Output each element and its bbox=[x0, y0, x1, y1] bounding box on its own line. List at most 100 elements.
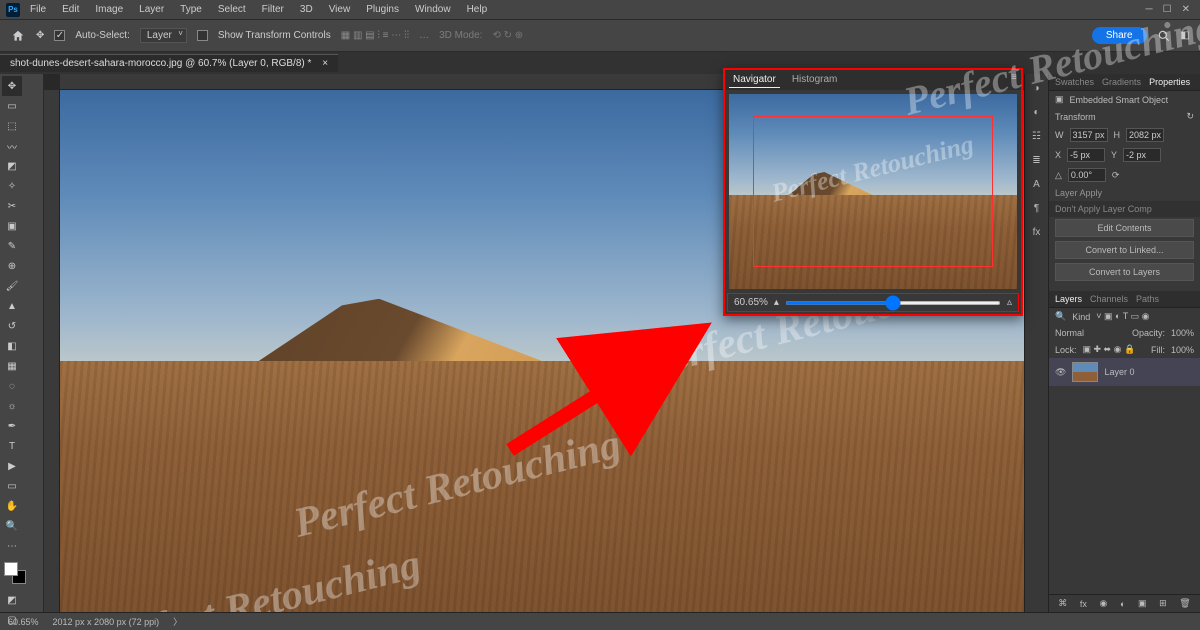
gradient-tool[interactable]: ▦ bbox=[2, 356, 22, 376]
fx-icon[interactable]: fx bbox=[1080, 599, 1087, 609]
blend-mode-dropdown[interactable]: Normal bbox=[1055, 328, 1126, 338]
navigator-panel[interactable]: Navigator Histogram ≡ Perfect Retouching… bbox=[723, 68, 1023, 316]
tab-histogram[interactable]: Histogram bbox=[788, 72, 842, 88]
panel-menu-icon[interactable]: ≡ bbox=[1011, 72, 1017, 88]
paragraph-panel-icon[interactable]: ¶ bbox=[1029, 200, 1045, 216]
artboard-tool[interactable]: ▭ bbox=[2, 96, 22, 116]
y-field[interactable] bbox=[1123, 148, 1161, 162]
tab-gradients[interactable]: Gradients bbox=[1102, 77, 1141, 87]
tab-channels[interactable]: Channels bbox=[1090, 294, 1128, 304]
navigator-thumbnail[interactable]: Perfect Retouching bbox=[729, 94, 1017, 289]
auto-select-target-dropdown[interactable]: Layer bbox=[140, 28, 187, 43]
layer-thumbnail[interactable] bbox=[1072, 362, 1098, 382]
tab-paths[interactable]: Paths bbox=[1136, 294, 1159, 304]
stamp-tool[interactable]: ▲ bbox=[2, 296, 22, 316]
menu-type[interactable]: Type bbox=[174, 2, 208, 17]
menu-window[interactable]: Window bbox=[409, 2, 457, 17]
trash-icon[interactable]: 🗑 bbox=[1179, 598, 1190, 609]
navigator-zoom-value[interactable]: 60.65% bbox=[734, 297, 768, 308]
group-icon[interactable]: ▣ bbox=[1138, 598, 1147, 609]
type-tool[interactable]: T bbox=[2, 436, 22, 456]
hand-tool[interactable]: ✋ bbox=[2, 496, 22, 516]
quick-mask-tool[interactable]: ◩ bbox=[2, 590, 22, 610]
pen-tool[interactable]: ✒ bbox=[2, 416, 22, 436]
eraser-tool[interactable]: ◧ bbox=[2, 336, 22, 356]
menu-3d[interactable]: 3D bbox=[294, 2, 319, 17]
history-brush-tool[interactable]: ↺ bbox=[2, 316, 22, 336]
libraries-panel-icon[interactable]: ☷ bbox=[1029, 128, 1045, 144]
home-icon[interactable] bbox=[10, 28, 26, 44]
navigator-view-box[interactable] bbox=[753, 116, 993, 267]
menu-image[interactable]: Image bbox=[89, 2, 129, 17]
document-tab[interactable]: shot-dunes-desert-sahara-morocco.jpg @ 6… bbox=[0, 54, 338, 72]
path-select-tool[interactable]: ▶ bbox=[2, 456, 22, 476]
edit-contents-button[interactable]: Edit Contents bbox=[1055, 219, 1194, 237]
history-panel-icon[interactable]: ≣ bbox=[1029, 152, 1045, 168]
status-dimensions[interactable]: 2012 px x 2080 px (72 ppi) bbox=[53, 617, 160, 627]
minimize-icon[interactable]: ─ bbox=[1146, 4, 1153, 15]
show-transform-checkbox[interactable] bbox=[197, 30, 208, 41]
tab-navigator[interactable]: Navigator bbox=[729, 72, 780, 88]
eyedropper-tool[interactable]: ✎ bbox=[2, 236, 22, 256]
lasso-tool[interactable]: 〰 bbox=[2, 136, 22, 156]
layer-name[interactable]: Layer 0 bbox=[1104, 367, 1134, 377]
layer-row[interactable]: 👁 Layer 0 bbox=[1049, 358, 1200, 386]
convert-layers-button[interactable]: Convert to Layers bbox=[1055, 263, 1194, 281]
mask-icon[interactable]: ◉ bbox=[1100, 598, 1108, 609]
tab-layers[interactable]: Layers bbox=[1055, 294, 1082, 304]
convert-linked-button[interactable]: Convert to Linked... bbox=[1055, 241, 1194, 259]
blur-tool[interactable]: ◌ bbox=[2, 376, 22, 396]
zoom-in-icon[interactable]: ▵ bbox=[1007, 297, 1012, 308]
filter-kind-dropdown[interactable]: Kind bbox=[1072, 312, 1090, 322]
zoom-tool[interactable]: 🔍 bbox=[2, 516, 22, 536]
menu-select[interactable]: Select bbox=[212, 2, 252, 17]
shape-tool[interactable]: ▭ bbox=[2, 476, 22, 496]
reset-icon[interactable]: ↻ bbox=[1186, 111, 1194, 122]
menu-plugins[interactable]: Plugins bbox=[360, 2, 405, 17]
tab-properties[interactable]: Properties bbox=[1149, 77, 1190, 87]
menu-layer[interactable]: Layer bbox=[133, 2, 170, 17]
navigator-zoom-slider[interactable] bbox=[785, 301, 1001, 305]
menu-edit[interactable]: Edit bbox=[56, 2, 85, 17]
height-field[interactable] bbox=[1126, 128, 1164, 142]
move-tool[interactable]: ✥ bbox=[2, 76, 22, 96]
dodge-tool[interactable]: ☼ bbox=[2, 396, 22, 416]
adjustments-panel-icon[interactable]: ◐ bbox=[1029, 104, 1045, 120]
menu-view[interactable]: View bbox=[323, 2, 357, 17]
opacity-value[interactable]: 100% bbox=[1171, 328, 1194, 338]
x-field[interactable] bbox=[1067, 148, 1105, 162]
layer-comp-dropdown[interactable]: Don't Apply Layer Comp bbox=[1049, 201, 1200, 217]
ruler-vertical[interactable] bbox=[44, 90, 60, 612]
workspace-icon[interactable]: ◧ bbox=[1181, 30, 1190, 41]
glyphs-panel-icon[interactable]: fx bbox=[1029, 224, 1045, 240]
zoom-out-icon[interactable]: ▴ bbox=[774, 297, 779, 308]
edit-toolbar[interactable]: ⋯ bbox=[2, 536, 22, 556]
menu-filter[interactable]: Filter bbox=[256, 2, 290, 17]
adjustment-layer-icon[interactable]: ◐ bbox=[1120, 599, 1125, 609]
fill-value[interactable]: 100% bbox=[1171, 345, 1194, 355]
menu-file[interactable]: File bbox=[24, 2, 52, 17]
width-field[interactable] bbox=[1070, 128, 1108, 142]
status-zoom[interactable]: 60.65% bbox=[8, 617, 39, 627]
visibility-icon[interactable]: 👁 bbox=[1055, 367, 1066, 378]
brush-tool[interactable]: 🖌 bbox=[2, 276, 22, 296]
crop-tool[interactable]: ✂ bbox=[2, 196, 22, 216]
maximize-icon[interactable]: ☐ bbox=[1163, 4, 1172, 15]
share-button[interactable]: Share bbox=[1092, 27, 1147, 44]
auto-select-checkbox[interactable]: ✓ bbox=[54, 30, 65, 41]
menu-help[interactable]: Help bbox=[461, 2, 494, 17]
close-tab-icon[interactable]: × bbox=[322, 58, 328, 69]
tab-swatches[interactable]: Swatches bbox=[1055, 77, 1094, 87]
healing-tool[interactable]: ⊕ bbox=[2, 256, 22, 276]
color-swatch[interactable] bbox=[4, 562, 26, 584]
magic-wand-tool[interactable]: ✧ bbox=[2, 176, 22, 196]
close-icon[interactable]: ✕ bbox=[1182, 4, 1190, 15]
marquee-tool[interactable]: ⬚ bbox=[2, 116, 22, 136]
link-layers-icon[interactable]: ⌘ bbox=[1058, 598, 1067, 609]
new-layer-icon[interactable]: ⊞ bbox=[1159, 598, 1167, 609]
object-select-tool[interactable]: ◩ bbox=[2, 156, 22, 176]
search-icon[interactable] bbox=[1157, 29, 1171, 43]
character-panel-icon[interactable]: A bbox=[1029, 176, 1045, 192]
color-panel-icon[interactable]: ◑ bbox=[1029, 80, 1045, 96]
angle-field[interactable] bbox=[1068, 168, 1106, 182]
